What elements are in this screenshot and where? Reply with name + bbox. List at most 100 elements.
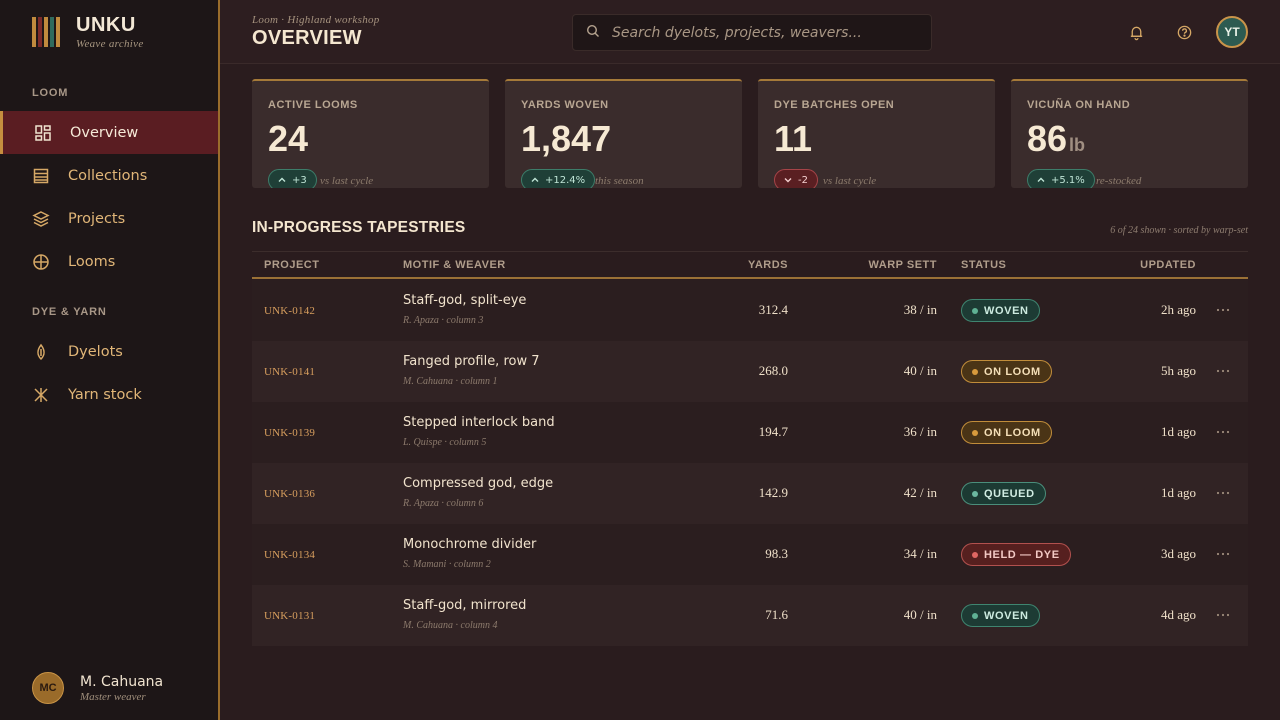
motif-title: Fanged profile, row 7: [403, 354, 540, 369]
status-dot-icon: [972, 429, 978, 436]
more-options-icon[interactable]: [1214, 424, 1232, 440]
column-header-status[interactable]: STATUS: [961, 259, 1006, 271]
stat-card-active-looms: ACTIVE LOOMS 24 +3 vs last cycle: [252, 79, 489, 188]
weaver-label: M. Cahuana · column 4: [403, 620, 498, 631]
sidebar-item-projects[interactable]: Projects: [0, 197, 218, 240]
column-header-project[interactable]: PROJECT: [264, 259, 319, 271]
stat-card-dye-batches: DYE BATCHES OPEN 11 -2 vs last cycle: [758, 79, 995, 188]
warp-sett-value: 40 / in: [903, 363, 937, 378]
updated-value: 1d ago: [1160, 424, 1196, 439]
section-label-dye-yarn: DYE & YARN: [32, 306, 107, 318]
motif-title: Stepped interlock band: [403, 415, 555, 430]
brand-subtitle: Weave archive: [76, 38, 144, 50]
status-dot-icon: [972, 551, 978, 558]
search-bar[interactable]: [572, 14, 932, 51]
table-row[interactable]: UNK-0136 Compressed god, edge R. Apaza · c…: [252, 463, 1248, 524]
sidebar-item-collections[interactable]: Collections: [0, 154, 218, 197]
stat-note: re-stocked: [1096, 175, 1142, 187]
status-badge: ON LOOM: [961, 360, 1052, 383]
section-label-loom: LOOM: [32, 87, 69, 99]
weaver-label: R. Apaza · column 6: [403, 498, 484, 509]
column-header-warp-sett[interactable]: WARP SETT: [869, 259, 937, 271]
motif-title: Staff-god, mirrored: [403, 598, 527, 613]
status-dot-icon: [972, 368, 978, 375]
more-options-icon[interactable]: [1214, 546, 1232, 562]
weaver-label: S. Mamani · column 2: [403, 559, 491, 570]
loom-circle-icon: [32, 253, 50, 271]
warp-sett-value: 36 / in: [903, 424, 937, 439]
stat-card-yards-woven: YARDS WOVEN 1,847 +12.4% this season: [505, 79, 742, 188]
motif-title: Staff-god, split-eye: [403, 293, 527, 308]
brand[interactable]: UNKU Weave archive: [32, 15, 144, 50]
spindle-icon: [32, 386, 50, 404]
chevron-up-icon: [1037, 177, 1045, 182]
more-options-icon[interactable]: [1214, 302, 1232, 318]
table-row[interactable]: UNK-0141 Fanged profile, row 7 M. Cahuana …: [252, 341, 1248, 402]
delta-badge: +12.4%: [521, 169, 596, 188]
stat-unit: lb: [1069, 135, 1086, 155]
user-role: Master weaver: [80, 690, 146, 703]
status-badge: QUEUED: [961, 482, 1046, 505]
user-profile[interactable]: MC M. Cahuana Master weaver: [32, 672, 163, 704]
sidebar-item-label: Projects: [68, 210, 126, 227]
table-row[interactable]: UNK-0142 Staff-god, split-eye R. Apaza · c…: [252, 280, 1248, 341]
motif-title: Compressed god, edge: [403, 476, 554, 491]
table-row[interactable]: UNK-0139 Stepped interlock band L. Quispe …: [252, 402, 1248, 463]
sidebar-item-label: Looms: [68, 253, 116, 270]
sidebar: UNKU Weave archive LOOM Overview Collect…: [0, 0, 220, 720]
status-dot-icon: [972, 307, 978, 314]
more-options-icon[interactable]: [1214, 607, 1232, 623]
column-header-updated[interactable]: UPDATED: [1140, 259, 1196, 271]
sidebar-item-overview[interactable]: Overview: [0, 111, 218, 154]
yards-value: 194.7: [758, 424, 788, 439]
project-id[interactable]: UNK-0136: [264, 488, 315, 500]
breadcrumb: Loom · Highland workshop: [252, 14, 380, 26]
table-row[interactable]: UNK-0134 Monochrome divider S. Mamani · co…: [252, 524, 1248, 585]
section-title: IN-PROGRESS TAPESTRIES: [252, 219, 466, 236]
status-badge: HELD — DYE: [961, 543, 1071, 566]
layers-icon: [32, 210, 50, 228]
yards-value: 71.6: [765, 607, 788, 622]
sidebar-item-label: Yarn stock: [68, 386, 142, 403]
more-options-icon[interactable]: [1214, 485, 1232, 501]
column-header-motif[interactable]: MOTIF & WEAVER: [403, 259, 506, 271]
list-icon: [32, 167, 50, 185]
project-id[interactable]: UNK-0142: [264, 305, 315, 317]
user-name: M. Cahuana: [80, 673, 164, 690]
search-input[interactable]: [612, 24, 922, 41]
status-badge: ON LOOM: [961, 421, 1052, 444]
yards-value: 268.0: [758, 363, 788, 378]
stat-value: 24: [268, 118, 309, 159]
project-id[interactable]: UNK-0141: [264, 366, 315, 378]
warp-sett-value: 40 / in: [903, 607, 937, 622]
bell-icon[interactable]: [1125, 21, 1147, 43]
more-options-icon[interactable]: [1214, 363, 1232, 379]
updated-value: 5h ago: [1160, 363, 1196, 378]
motif-title: Monochrome divider: [403, 537, 537, 552]
user-avatar-button[interactable]: YT: [1216, 16, 1248, 48]
table-row[interactable]: UNK-0131 Staff-god, mirrored M. Cahuana · …: [252, 585, 1248, 646]
yards-value: 98.3: [765, 546, 788, 561]
sidebar-item-yarn-stock[interactable]: Yarn stock: [0, 373, 218, 416]
sidebar-item-dyelots[interactable]: Dyelots: [0, 330, 218, 373]
stat-note: vs last cycle: [823, 175, 877, 187]
warp-sett-value: 38 / in: [903, 302, 937, 317]
stat-label: VICUÑA ON HAND: [1027, 99, 1131, 111]
stat-label: ACTIVE LOOMS: [268, 99, 358, 111]
table-meta: 6 of 24 shown · sorted by warp-set: [1110, 225, 1248, 236]
project-id[interactable]: UNK-0131: [264, 610, 315, 622]
top-header: Loom · Highland workshop OVERVIEW YT: [220, 0, 1280, 64]
stat-card-vicuna: VICUÑA ON HAND 86 lb +5.1% re-stocked: [1011, 79, 1248, 188]
column-header-yards[interactable]: YARDS: [748, 259, 788, 271]
page-title: OVERVIEW: [252, 27, 362, 49]
project-id[interactable]: UNK-0134: [264, 549, 315, 561]
avatar: MC: [32, 672, 64, 704]
project-id[interactable]: UNK-0139: [264, 427, 315, 439]
sidebar-item-looms[interactable]: Looms: [0, 240, 218, 283]
chevron-up-icon: [278, 177, 286, 182]
sidebar-item-label: Dyelots: [68, 343, 123, 360]
yards-value: 142.9: [758, 485, 788, 500]
help-icon[interactable]: [1173, 21, 1195, 43]
stat-note: vs last cycle: [320, 175, 374, 187]
sidebar-item-label: Collections: [68, 167, 148, 184]
